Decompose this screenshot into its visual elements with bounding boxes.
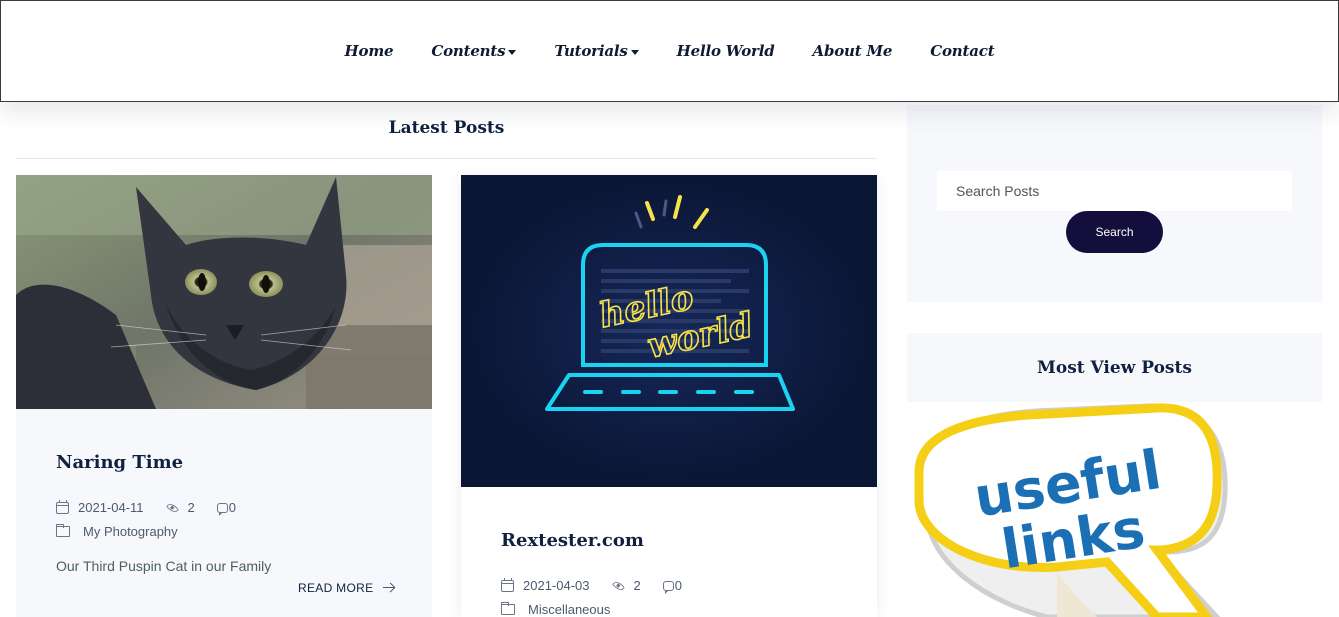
post-views-value: 2: [187, 500, 195, 515]
post-comments[interactable]: 0: [662, 578, 682, 594]
post-views: 2: [611, 578, 641, 593]
post-card: Naring Time 2021-04-11 2 0 My Photograph…: [16, 175, 432, 617]
post-date: 2021-04-11: [56, 499, 144, 515]
most-viewed-post-image[interactable]: useful links: [907, 402, 1322, 617]
most-viewed-widget: Most View Posts: [907, 333, 1322, 402]
caret-down-icon: [630, 49, 639, 55]
post-category-value: Miscellaneous: [528, 602, 611, 617]
post-card: hello world Rextester.com 2021-04-03 2 0: [461, 175, 877, 617]
nav-hello-world[interactable]: Hello World: [677, 42, 775, 60]
post-excerpt: Our Third Puspin Cat in our Family: [56, 558, 272, 574]
post-comments-value: 0: [228, 500, 237, 515]
post-date: 2021-04-03: [501, 577, 590, 593]
read-more-link[interactable]: READ MORE: [298, 581, 395, 595]
section-divider: [16, 158, 877, 159]
post-comments-value: 0: [674, 578, 682, 593]
cat-photo: [16, 175, 432, 409]
site-header: Home Contents Tutorials Hello World Abou…: [0, 0, 1339, 102]
post-date-value: 2021-04-11: [78, 500, 144, 515]
nav-tutorials[interactable]: Tutorials: [554, 42, 639, 60]
nav-tutorials-label: Tutorials: [554, 42, 628, 60]
useful-links-illustration: useful links: [914, 403, 1228, 617]
nav-about-me-label: About Me: [812, 42, 893, 60]
calendar-icon: [501, 577, 514, 592]
post-thumbnail-hello-world[interactable]: hello world: [461, 175, 877, 487]
post-category[interactable]: Miscellaneous: [501, 602, 610, 617]
caret-down-icon: [508, 49, 517, 55]
post-title-link[interactable]: Rextester.com: [501, 530, 644, 551]
nav-contact[interactable]: Contact: [930, 42, 994, 60]
post-meta: 2021-04-03 2 0: [501, 577, 704, 594]
post-comments[interactable]: 0: [216, 500, 237, 516]
nav-contents[interactable]: Contents: [431, 42, 517, 60]
post-title-link[interactable]: Naring Time: [56, 452, 183, 473]
hello-world-laptop-illustration: hello world: [461, 175, 877, 487]
search-input[interactable]: [937, 171, 1292, 211]
post-views: 2: [165, 500, 195, 515]
calendar-icon: [56, 499, 69, 514]
folder-icon: [56, 524, 70, 537]
eye-icon: [611, 579, 625, 592]
nav-about-me[interactable]: About Me: [813, 42, 893, 60]
eye-icon: [165, 501, 179, 514]
post-category[interactable]: My Photography: [56, 524, 178, 539]
folder-icon: [501, 602, 515, 615]
most-viewed-heading: Most View Posts: [1037, 357, 1192, 378]
search-button[interactable]: Search: [1066, 211, 1163, 253]
read-more-label: READ MORE: [298, 581, 374, 595]
post-date-value: 2021-04-03: [523, 578, 590, 593]
post-thumbnail-cat[interactable]: [16, 175, 432, 409]
nav-contents-label: Contents: [431, 42, 506, 60]
latest-posts-heading: Latest Posts: [388, 118, 505, 138]
search-widget: Search: [907, 105, 1322, 302]
nav-hello-world-label: Hello World: [676, 42, 775, 60]
main-nav: Home Contents Tutorials Hello World Abou…: [1, 1, 1338, 101]
nav-home-label: Home: [344, 42, 394, 60]
nav-home[interactable]: Home: [345, 42, 394, 60]
comment-icon: [216, 502, 228, 516]
post-category-value: My Photography: [83, 524, 178, 539]
post-views-value: 2: [633, 578, 641, 593]
arrow-right-icon: [383, 582, 395, 594]
post-meta: 2021-04-11 2 0: [56, 499, 258, 516]
comment-icon: [662, 580, 674, 594]
nav-contact-label: Contact: [930, 42, 995, 60]
